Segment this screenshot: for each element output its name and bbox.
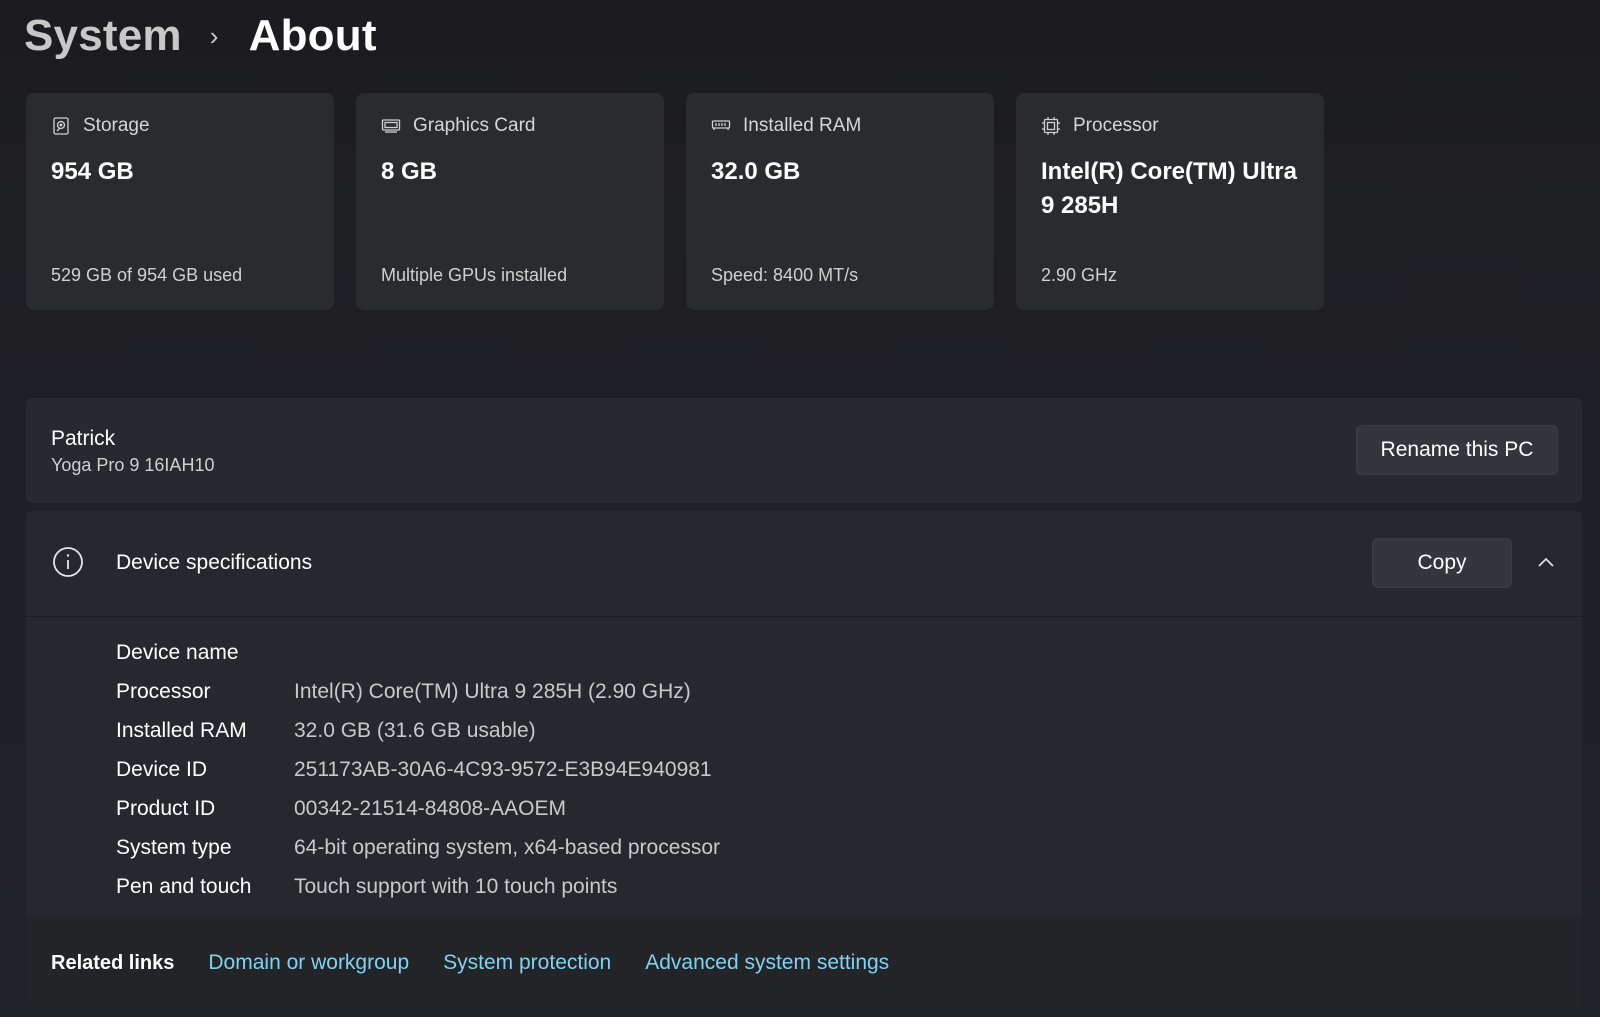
- hard-drive-icon: [51, 116, 71, 136]
- device-specifications-title: Device specifications: [116, 551, 313, 574]
- card-value: 954 GB: [51, 158, 134, 185]
- installed-ram-card: Installed RAM 32.0 GB Speed: 8400 MT/s: [686, 93, 994, 310]
- memory-icon: [711, 116, 731, 136]
- spec-label: Device ID: [116, 757, 208, 781]
- graphics-card-card: Graphics Card 8 GB Multiple GPUs install…: [356, 93, 664, 310]
- pc-name: Patrick: [51, 427, 116, 450]
- spec-label: Installed RAM: [116, 718, 247, 742]
- rename-pc-button[interactable]: Rename this PC: [1356, 425, 1558, 475]
- card-header: Graphics Card: [381, 115, 536, 137]
- pc-name-panel: Patrick Yoga Pro 9 16IAH10 Rename this P…: [26, 398, 1582, 503]
- pc-model: Yoga Pro 9 16IAH10: [51, 455, 215, 475]
- spec-value[interactable]: 32.0 GB (31.6 GB usable): [294, 719, 536, 743]
- card-subtext: 2.90 GHz: [1041, 265, 1118, 285]
- about-page: System › About Storage 954 GB 529 GB of …: [0, 0, 1600, 1017]
- summary-cards: Storage 954 GB 529 GB of 954 GB used Gra…: [26, 93, 1324, 310]
- card-header: Storage: [51, 115, 150, 137]
- card-label: Storage: [83, 115, 150, 136]
- card-label: Installed RAM: [743, 115, 862, 136]
- spec-value[interactable]: 00342-21514-84808-AAOEM: [294, 797, 566, 821]
- spec-label: Processor: [116, 679, 211, 703]
- card-subtext: Multiple GPUs installed: [381, 265, 568, 285]
- graphics-card-icon: [381, 116, 401, 136]
- chevron-up-icon[interactable]: [1536, 553, 1556, 573]
- card-value: 8 GB: [381, 158, 438, 185]
- spec-row-product-id: Product ID 00342-21514-84808-AAOEM: [116, 789, 720, 828]
- spec-value[interactable]: 251173AB-30A6-4C93-9572-E3B94E940981: [294, 758, 712, 782]
- card-value: Intel(R) Core(TM) Ultra 9 285H: [1041, 158, 1297, 219]
- related-links-title: Related links: [51, 951, 175, 974]
- spec-row-installed-ram: Installed RAM 32.0 GB (31.6 GB usable): [116, 711, 720, 750]
- spec-value[interactable]: Intel(R) Core(TM) Ultra 9 285H (2.90 GHz…: [294, 680, 691, 704]
- device-specifications-panel: Device specifications Copy Device name P…: [26, 511, 1582, 917]
- card-subtext: 529 GB of 954 GB used: [51, 265, 243, 285]
- card-header: Processor: [1041, 115, 1159, 137]
- spec-label: Device name: [116, 640, 239, 664]
- card-label: Graphics Card: [413, 115, 536, 136]
- spec-label: Pen and touch: [116, 874, 252, 898]
- spec-label: System type: [116, 835, 232, 859]
- breadcrumb-system[interactable]: System: [24, 11, 182, 61]
- system-protection-link[interactable]: System protection: [443, 951, 611, 975]
- copy-button[interactable]: Copy: [1372, 538, 1512, 588]
- storage-card: Storage 954 GB 529 GB of 954 GB used: [26, 93, 334, 310]
- domain-or-workgroup-link[interactable]: Domain or workgroup: [208, 951, 409, 975]
- related-links-panel: Related links Domain or workgroup System…: [26, 918, 1582, 1008]
- processor-card: Processor Intel(R) Core(TM) Ultra 9 285H…: [1016, 93, 1324, 310]
- spec-row-system-type: System type 64-bit operating system, x64…: [116, 828, 720, 867]
- page-title: About: [248, 11, 377, 60]
- advanced-system-settings-link[interactable]: Advanced system settings: [645, 951, 889, 975]
- card-value: 32.0 GB: [711, 158, 801, 185]
- card-subtext: Speed: 8400 MT/s: [711, 265, 859, 285]
- processor-icon: [1041, 116, 1061, 136]
- breadcrumb-separator-icon: ›: [209, 20, 219, 51]
- spec-row-device-name: Device name: [116, 633, 720, 672]
- spec-row-device-id: Device ID 251173AB-30A6-4C93-9572-E3B94E…: [116, 750, 720, 789]
- card-header: Installed RAM: [711, 115, 861, 137]
- breadcrumb: System › About: [24, 8, 377, 64]
- spec-label: Product ID: [116, 796, 216, 820]
- card-label: Processor: [1073, 115, 1159, 136]
- spec-value[interactable]: 64-bit operating system, x64-based proce…: [294, 836, 720, 860]
- device-specifications-header[interactable]: Device specifications Copy: [26, 511, 1582, 617]
- spec-row-pen-and-touch: Pen and touch Touch support with 10 touc…: [116, 867, 720, 906]
- spec-list: Device name Processor Intel(R) Core(TM) …: [116, 633, 720, 906]
- info-icon: [52, 546, 84, 578]
- spec-row-processor: Processor Intel(R) Core(TM) Ultra 9 285H…: [116, 672, 720, 711]
- spec-value[interactable]: Touch support with 10 touch points: [294, 875, 617, 899]
